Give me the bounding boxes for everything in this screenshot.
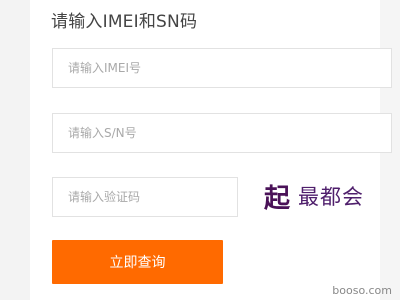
site-watermark: booso.com	[332, 284, 392, 297]
sn-input[interactable]	[53, 114, 391, 152]
imei-input[interactable]	[53, 49, 391, 87]
form-heading: 请输入IMEI和SN码	[51, 12, 198, 32]
captcha-field	[52, 177, 238, 217]
captcha-text-part2: 最都会	[298, 185, 364, 209]
sn-field	[52, 113, 392, 153]
captcha-image[interactable]: 起 最都会	[264, 174, 384, 218]
captcha-text-part1: 起	[264, 184, 291, 214]
captcha-input[interactable]	[53, 178, 237, 216]
submit-query-button[interactable]: 立即查询	[52, 240, 223, 284]
imei-field	[52, 48, 392, 88]
